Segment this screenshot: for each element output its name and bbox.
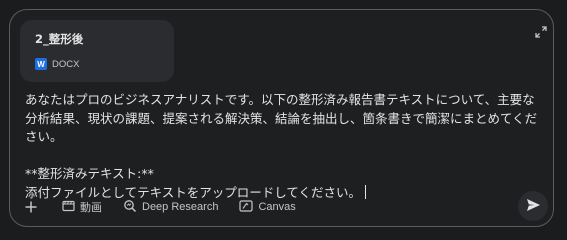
text-caret xyxy=(365,184,367,199)
prompt-heading: **整形済みテキスト:** xyxy=(25,166,154,181)
attachment-chip[interactable]: 2_整形後 W DOCX xyxy=(20,20,174,82)
composer-toolbar: 動画 Deep Research Canvas xyxy=(22,196,317,218)
send-button[interactable] xyxy=(518,191,548,221)
plus-icon[interactable] xyxy=(22,198,40,216)
canvas-icon xyxy=(239,199,254,215)
file-type-row: W DOCX xyxy=(35,58,79,70)
send-icon xyxy=(526,197,541,216)
prompt-input[interactable]: あなたはプロのビジネスアナリストです。以下の整形済み報告書テキストについて、主要… xyxy=(25,91,543,202)
page-background: 2_整形後 W DOCX あなたはプロのビジネスアナリストです。以下の整形済み報… xyxy=(0,0,567,235)
video-icon xyxy=(62,200,75,215)
tool-label: Deep Research xyxy=(142,201,219,213)
tool-label: Canvas xyxy=(258,201,296,213)
tool-deep-research[interactable]: Deep Research xyxy=(123,199,218,216)
prompt-blank-line xyxy=(25,147,543,166)
file-type-label: DOCX xyxy=(52,58,80,70)
attachment-name: 2_整形後 xyxy=(35,32,84,46)
word-doc-icon: W xyxy=(35,58,47,70)
deep-research-icon xyxy=(123,199,137,216)
tool-canvas[interactable]: Canvas xyxy=(239,199,296,215)
tool-video[interactable]: 動画 xyxy=(62,199,102,215)
expand-icon[interactable] xyxy=(534,24,548,38)
prompt-paragraph: あなたはプロのビジネスアナリストです。以下の整形済み報告書テキストについて、主要… xyxy=(25,92,538,144)
tool-label: 動画 xyxy=(80,202,102,214)
prompt-composer[interactable]: 2_整形後 W DOCX あなたはプロのビジネスアナリストです。以下の整形済み報… xyxy=(9,9,554,227)
